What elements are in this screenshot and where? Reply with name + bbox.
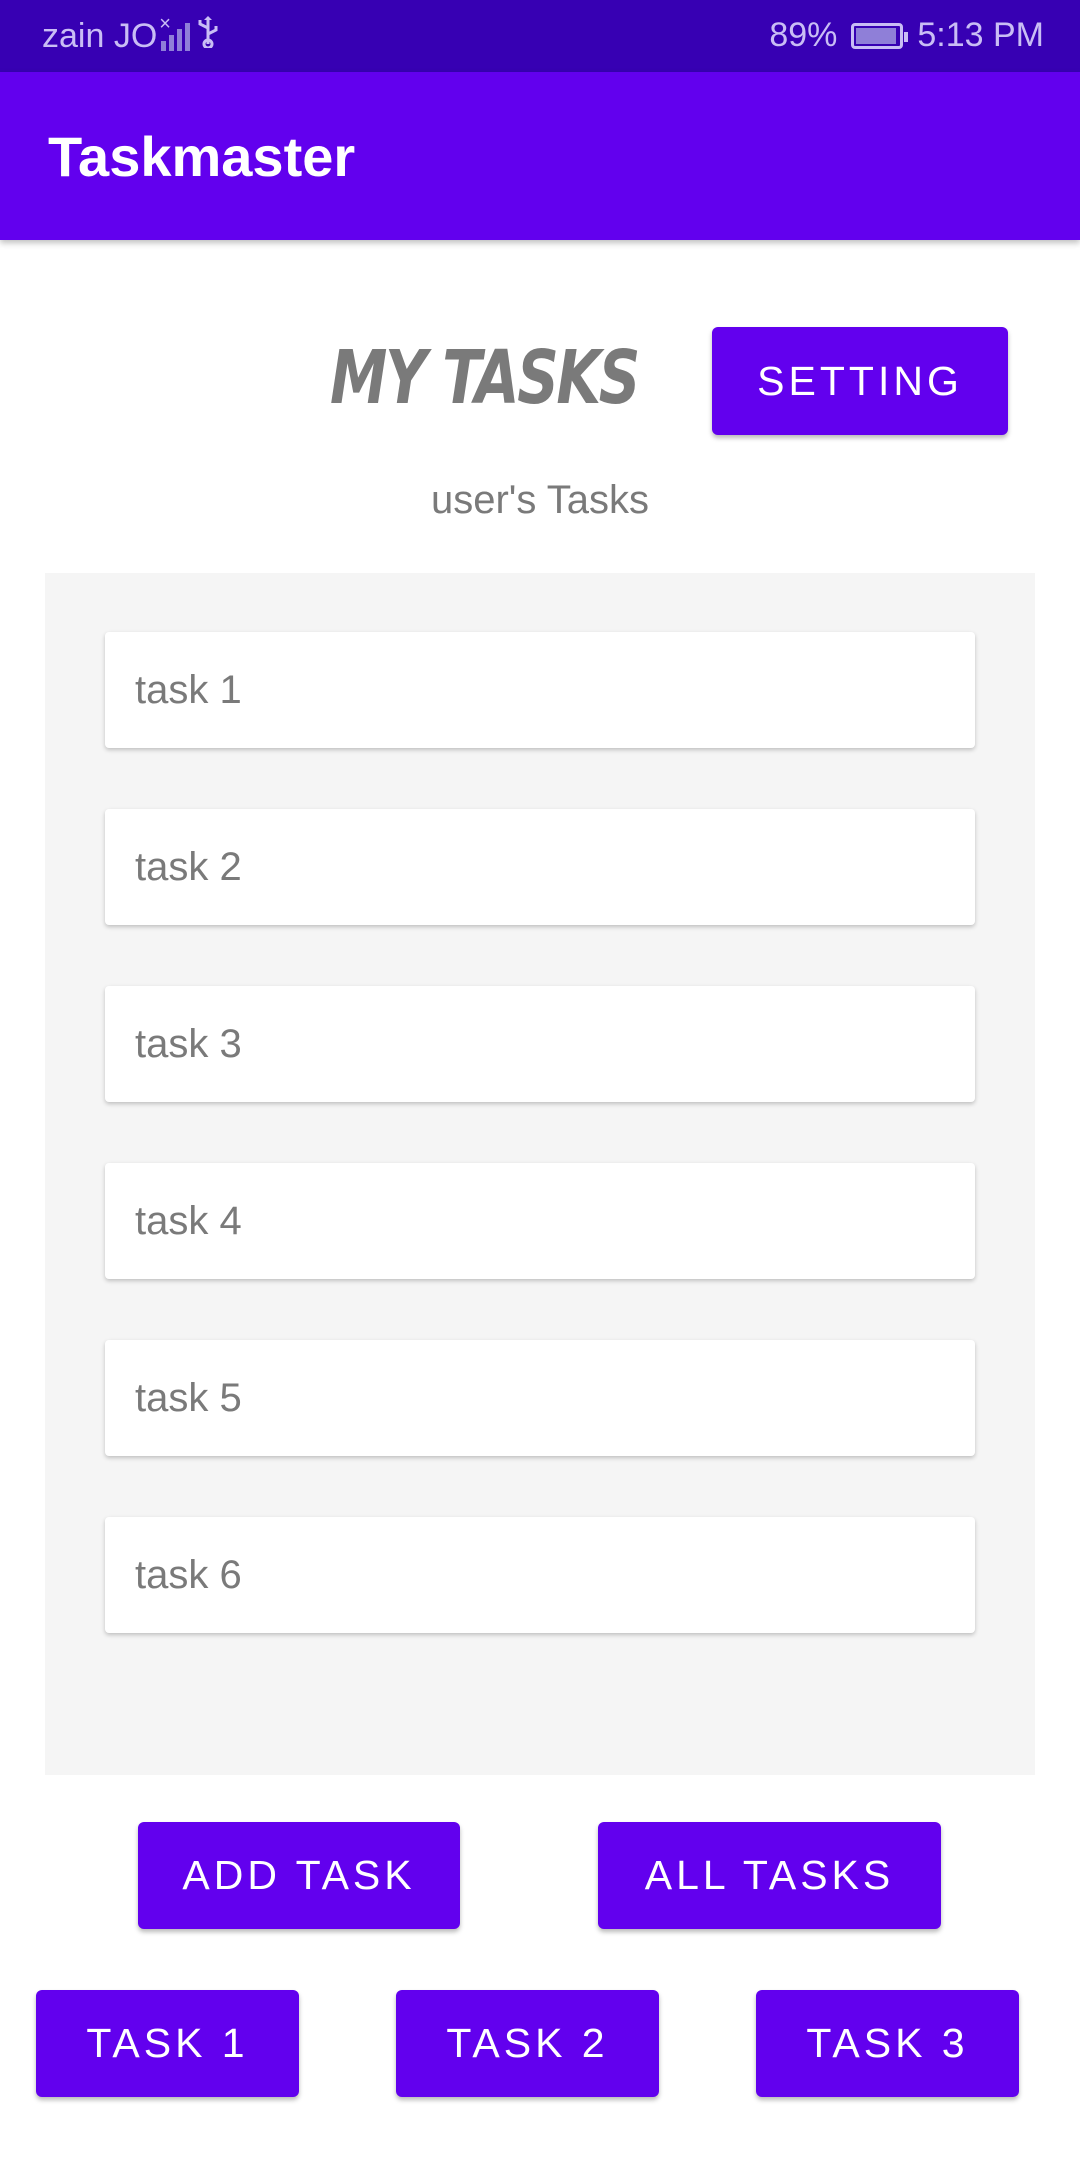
task-item-2[interactable]: task 2 — [105, 809, 975, 925]
setting-button[interactable]: SETTING — [712, 327, 1008, 435]
add-task-button[interactable]: ADD TASK — [138, 1822, 460, 1929]
all-tasks-button[interactable]: ALL TASKS — [598, 1822, 941, 1929]
status-right: 89% 5:13 PM — [769, 16, 1044, 55]
task-1-button[interactable]: TASK 1 — [36, 1990, 299, 2097]
signal-icon: × — [159, 13, 191, 51]
task-item-4[interactable]: task 4 — [105, 1163, 975, 1279]
page-subtitle: user's Tasks — [430, 478, 650, 522]
status-left: zain JO × — [42, 13, 220, 56]
app-bar: Taskmaster — [0, 72, 1080, 240]
battery-icon — [851, 22, 909, 49]
status-bar: zain JO × 89% 5:13 PM — [0, 0, 1080, 72]
clock: 5:13 PM — [917, 16, 1044, 54]
task-item-6[interactable]: task 6 — [105, 1517, 975, 1633]
page-heading: MY TASKS — [330, 335, 640, 421]
task-item-3[interactable]: task 3 — [105, 986, 975, 1102]
battery-percent: 89% — [769, 16, 838, 54]
task-item-5[interactable]: task 5 — [105, 1340, 975, 1456]
app-title: Taskmaster — [48, 125, 356, 188]
usb-icon — [196, 16, 220, 56]
task-item-1[interactable]: task 1 — [105, 632, 975, 748]
task-2-button[interactable]: TASK 2 — [396, 1990, 659, 2097]
task-list: task 1 task 2 task 3 task 4 task 5 task … — [45, 573, 1035, 1775]
task-3-button[interactable]: TASK 3 — [756, 1990, 1019, 2097]
carrier-label: zain JO — [42, 16, 158, 55]
